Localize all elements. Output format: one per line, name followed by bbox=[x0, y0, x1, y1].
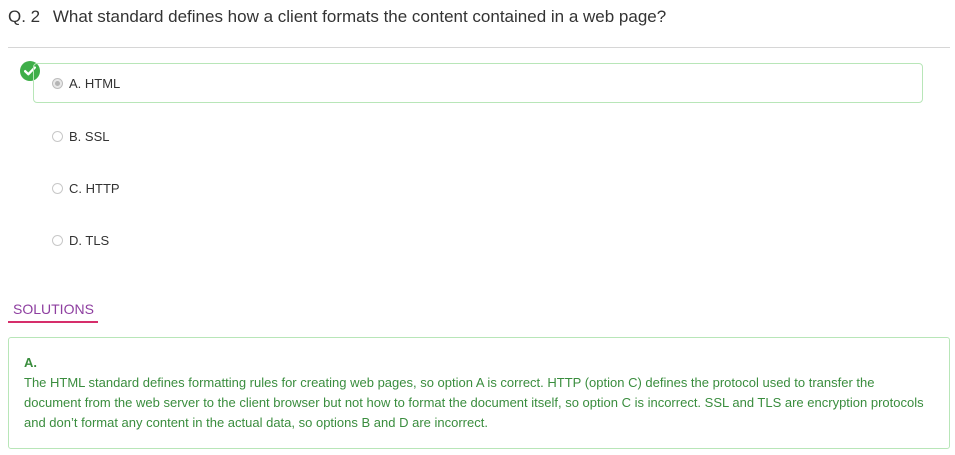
option-d-label: D. TLS bbox=[69, 232, 110, 248]
question-divider bbox=[8, 47, 950, 48]
option-a-label: A. HTML bbox=[69, 75, 121, 91]
solutions-tab[interactable]: SOLUTIONS bbox=[8, 301, 98, 323]
question-page: Q. 2 What standard defines how a client … bbox=[0, 0, 955, 455]
option-b-label: B. SSL bbox=[69, 128, 110, 144]
solution-explanation: The HTML standard defines formatting rul… bbox=[24, 375, 924, 430]
option-c-radio[interactable] bbox=[52, 182, 63, 194]
option-d[interactable]: D. TLS bbox=[33, 220, 923, 260]
question-text: What standard defines how a client forma… bbox=[52, 7, 667, 26]
solution-answer: A. bbox=[24, 355, 37, 370]
question-header: Q. 2 What standard defines how a client … bbox=[8, 7, 666, 27]
question-number: Q. 2 bbox=[8, 7, 41, 26]
option-b-radio[interactable] bbox=[52, 130, 63, 142]
option-c-label: C. HTTP bbox=[69, 180, 120, 196]
option-a[interactable]: A. HTML bbox=[33, 63, 923, 103]
option-d-radio[interactable] bbox=[52, 234, 63, 246]
option-a-radio[interactable] bbox=[52, 77, 63, 89]
option-c[interactable]: C. HTTP bbox=[33, 168, 923, 208]
solution-panel: A. The HTML standard defines formatting … bbox=[8, 337, 950, 449]
option-b[interactable]: B. SSL bbox=[33, 116, 923, 156]
